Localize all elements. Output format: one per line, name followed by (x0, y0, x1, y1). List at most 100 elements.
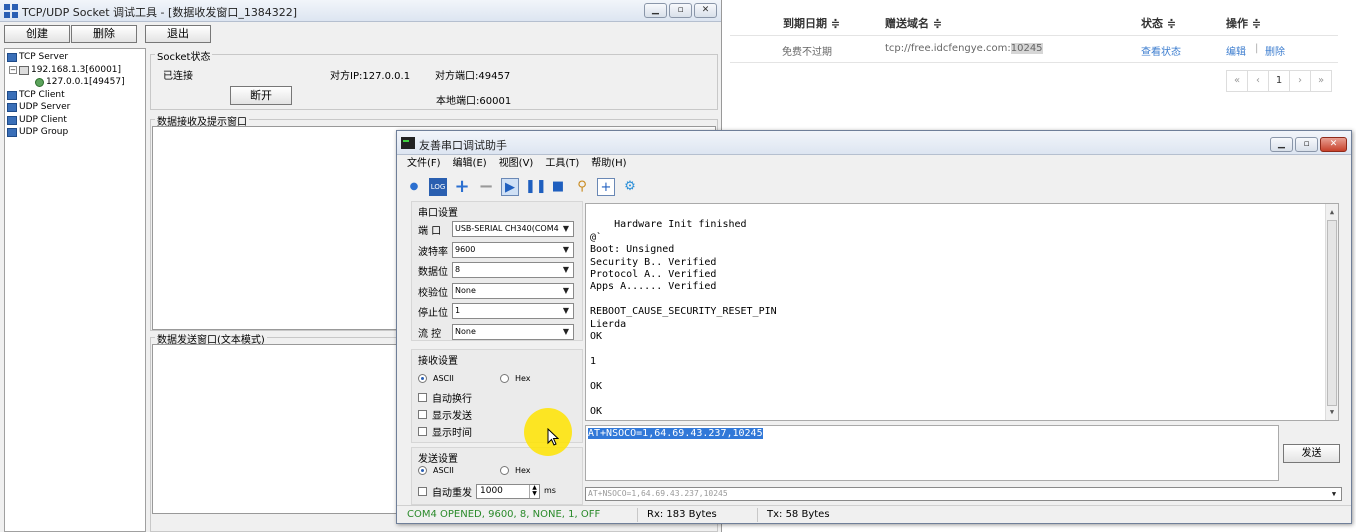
delete-button[interactable]: 删除 (71, 25, 137, 43)
prev-page-button[interactable]: ‹ (1247, 70, 1269, 92)
chevron-down-icon: ▼ (1328, 488, 1340, 500)
disconnect-button[interactable]: 断开 (230, 86, 292, 105)
peer-ip: 对方IP:127.0.0.1 (330, 71, 411, 82)
terminal-icon (401, 137, 415, 149)
first-page-button[interactable]: « (1226, 70, 1248, 92)
server-icon (7, 52, 17, 62)
collapse-icon[interactable]: − (9, 66, 17, 74)
socket-status-label: Socket状态 (155, 48, 213, 63)
scroll-down-icon[interactable]: ▼ (1326, 406, 1338, 418)
action-separator: | (1255, 43, 1259, 54)
tree-item-udp-client[interactable]: UDP Client (7, 115, 67, 125)
send-ascii-radio[interactable]: ASCII (418, 466, 454, 475)
flow-select[interactable]: None ▼ (452, 324, 574, 340)
minimize-icon[interactable]: ▁ (1270, 137, 1293, 152)
table-divider (730, 62, 1338, 63)
chevron-down-icon: ▼ (559, 325, 573, 339)
play-icon[interactable]: ▶ (501, 178, 519, 196)
minus-icon[interactable]: − (477, 178, 495, 196)
show-time-checkbox[interactable]: 显示时间 (418, 424, 472, 439)
send-settings-section: 发送设置 ASCII Hex 自动重发 1000 ▲ ▼ ms (411, 447, 583, 505)
page-1-button[interactable]: 1 (1268, 70, 1290, 92)
serial-toolbar: ● LOG + − ▶ ❚❚ ■ ⚲ + ⚙ (405, 175, 639, 199)
spinner-icon[interactable]: ▲ ▼ (529, 485, 539, 498)
close-icon[interactable]: ✕ (1320, 137, 1347, 152)
interval-unit: ms (544, 486, 556, 495)
menu-edit[interactable]: 编辑(E) (453, 155, 487, 173)
client-icon (7, 115, 17, 125)
group-icon (7, 127, 17, 137)
tree-item-client-connection[interactable]: 127.0.0.1[49457] (35, 77, 125, 87)
port-status: COM4 OPENED, 9600, 8, NONE, 1, OFF (407, 509, 601, 520)
tree-item-label: UDP Server (19, 102, 71, 112)
serial-window-titlebar[interactable]: 友善串口调试助手 ▁ ▫ ✕ (397, 131, 1351, 155)
col-header-expire[interactable]: 到期日期 ≑ (783, 15, 840, 31)
tree-item-local-server[interactable]: − 192.168.1.3[60001] (9, 65, 121, 75)
chevron-down-icon: ▼ (559, 243, 573, 257)
col-header-actions[interactable]: 操作 ≑ (1226, 15, 1261, 31)
menu-view[interactable]: 视图(V) (499, 155, 534, 173)
parity-select[interactable]: None ▼ (452, 283, 574, 299)
view-status-link[interactable]: 查看状态 (1141, 43, 1181, 58)
maximize-icon[interactable]: ▫ (669, 3, 692, 18)
broom-icon[interactable]: ⚲ (573, 178, 591, 196)
tree-item-tcp-server[interactable]: TCP Server (7, 52, 68, 62)
serial-receive-area[interactable]: Hardware Init finished @` Boot: Unsigned… (585, 203, 1339, 421)
tree-item-udp-server[interactable]: UDP Server (7, 102, 70, 112)
port-select[interactable]: USB-SERIAL CH340(COM4) ▼ (452, 221, 574, 237)
auto-resend-checkbox[interactable]: 自动重发 (418, 484, 472, 499)
open-dot-icon[interactable]: ● (405, 178, 423, 196)
scroll-thumb[interactable] (1327, 220, 1337, 406)
show-sent-checkbox[interactable]: 显示发送 (418, 407, 472, 422)
databits-select[interactable]: 8 ▼ (452, 262, 574, 278)
stop-icon[interactable]: ■ (549, 178, 567, 196)
scroll-up-icon[interactable]: ▲ (1326, 206, 1338, 218)
tree-item-tcp-client[interactable]: TCP Client (7, 90, 65, 100)
add-window-icon[interactable]: + (597, 178, 615, 196)
log-icon[interactable]: LOG (429, 178, 447, 196)
last-page-button[interactable]: » (1310, 70, 1332, 92)
status-divider (637, 508, 638, 522)
domain-text: tcp://free.idcfengye.com: (885, 43, 1011, 54)
create-button[interactable]: 创建 (4, 25, 70, 43)
menu-tools[interactable]: 工具(T) (545, 155, 579, 173)
field-label: 校验位 (418, 287, 448, 299)
send-hex-radio[interactable]: Hex (500, 466, 531, 475)
pause-icon[interactable]: ❚❚ (525, 178, 547, 196)
recv-hex-radio[interactable]: Hex (500, 374, 531, 383)
exit-button[interactable]: 退出 (145, 25, 211, 43)
delete-link[interactable]: 删除 (1265, 43, 1285, 58)
gear-icon[interactable]: ⚙ (621, 178, 639, 196)
checkbox-icon (418, 487, 427, 496)
close-icon[interactable]: ✕ (694, 3, 717, 18)
serial-send-input[interactable]: AT+NSOCO=1,64.69.43.237,10245 (585, 425, 1279, 481)
minimize-icon[interactable]: ▁ (644, 3, 667, 18)
edit-link[interactable]: 编辑 (1226, 43, 1246, 58)
resend-interval-input[interactable]: 1000 ▲ ▼ (476, 484, 540, 499)
col-header-status[interactable]: 状态 ≑ (1141, 15, 1176, 31)
checkbox-icon (418, 393, 427, 402)
tcp-window-titlebar[interactable]: TCP/UDP Socket 调试工具 - [数据收发窗口_1384322] ▁… (0, 0, 721, 22)
connection-status: 已连接 (163, 71, 193, 82)
col-header-domain[interactable]: 赠送域名 ≑ (885, 15, 942, 31)
receive-scrollbar[interactable]: ▲ ▼ (1325, 204, 1338, 420)
stopbits-select[interactable]: 1 ▼ (452, 303, 574, 319)
baud-select[interactable]: 9600 ▼ (452, 242, 574, 258)
send-button[interactable]: 发送 (1283, 444, 1340, 463)
restore-icon[interactable]: ▫ (1295, 137, 1318, 152)
menu-help[interactable]: 帮助(H) (591, 155, 626, 173)
status-divider (757, 508, 758, 522)
recv-ascii-radio[interactable]: ASCII (418, 374, 454, 383)
field-label: 数据位 (418, 266, 448, 278)
serial-window-title: 友善串口调试助手 (419, 139, 507, 152)
tree-item-label: UDP Client (19, 115, 67, 125)
auto-wrap-checkbox[interactable]: 自动换行 (418, 390, 472, 405)
field-parity: 校验位 None ▼ (418, 283, 574, 299)
connection-tree[interactable]: TCP Server − 192.168.1.3[60001] 127.0.0.… (4, 48, 146, 532)
send-history-select[interactable]: AT+NSOCO=1,64.69.43.237,10245 ▼ (585, 487, 1342, 501)
menu-file[interactable]: 文件(F) (407, 155, 441, 173)
plus-icon[interactable]: + (453, 178, 471, 196)
tree-item-label: UDP Group (19, 127, 69, 137)
tree-item-udp-group[interactable]: UDP Group (7, 127, 68, 137)
next-page-button[interactable]: › (1289, 70, 1311, 92)
